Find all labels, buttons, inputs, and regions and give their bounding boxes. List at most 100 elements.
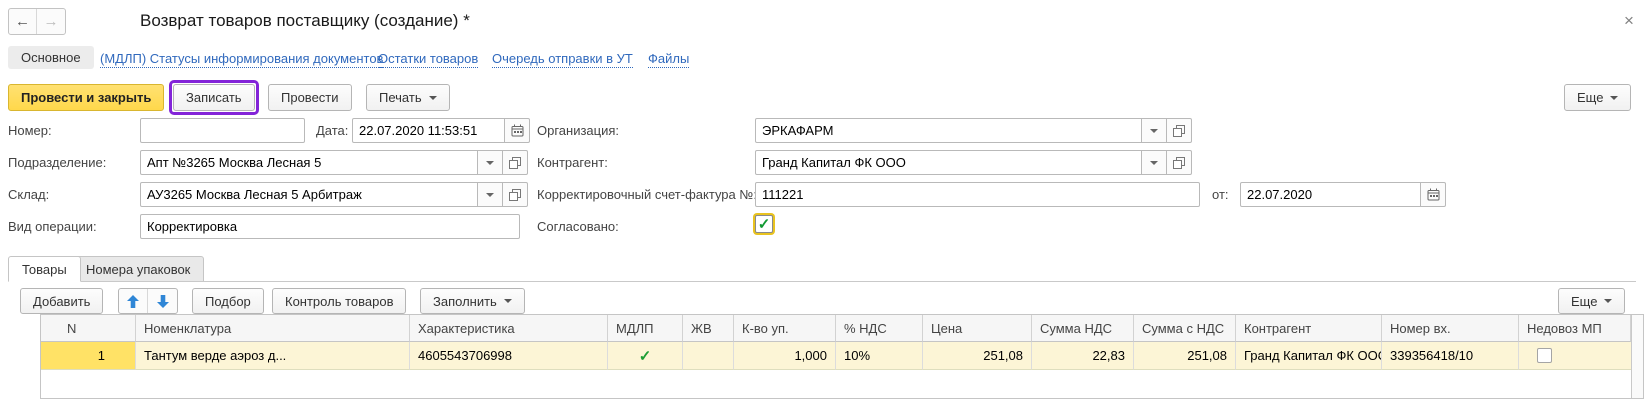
open-item-icon[interactable] bbox=[502, 182, 528, 207]
approved-checkbox[interactable]: ✓ bbox=[755, 215, 773, 233]
tab-divider bbox=[8, 281, 1636, 282]
close-icon[interactable]: × bbox=[1624, 12, 1634, 29]
fill-button[interactable]: Заполнить bbox=[420, 288, 525, 314]
forward-arrow-icon: → bbox=[44, 13, 59, 30]
link-ut-queue[interactable]: Очередь отправки в УТ bbox=[492, 51, 633, 68]
cell-n[interactable]: 1 bbox=[41, 342, 136, 370]
organization-input[interactable] bbox=[755, 118, 1142, 143]
post-button[interactable]: Провести bbox=[268, 84, 352, 111]
goods-table: N Номенклатура Характеристика МДЛП ЖВ К-… bbox=[40, 314, 1644, 399]
tab-package-numbers[interactable]: Номера упаковок bbox=[72, 256, 204, 282]
link-goods-balance[interactable]: Остатки товаров bbox=[378, 51, 478, 68]
check-icon: ✓ bbox=[758, 215, 771, 233]
back-button[interactable]: ← bbox=[9, 9, 37, 34]
column-header-zhv[interactable]: ЖВ bbox=[683, 315, 734, 342]
cell-incoming-number[interactable]: 339356418/10 bbox=[1382, 342, 1519, 370]
cell-qty[interactable]: 1,000 bbox=[734, 342, 836, 370]
column-header-mdlp[interactable]: МДЛП bbox=[608, 315, 683, 342]
cell-vat-percent[interactable]: 10% bbox=[836, 342, 923, 370]
calendar-icon[interactable] bbox=[504, 118, 530, 143]
cell-shortfall[interactable] bbox=[1519, 342, 1631, 370]
open-item-icon[interactable] bbox=[1166, 118, 1192, 143]
chevron-down-icon bbox=[1604, 299, 1612, 307]
invoice-date-field-group bbox=[1240, 182, 1446, 207]
correction-invoice-label: Корректировочный счет-фактура №: bbox=[537, 185, 757, 205]
warehouse-input[interactable] bbox=[140, 182, 478, 207]
date-input[interactable] bbox=[352, 118, 505, 143]
tab-main[interactable]: Основное bbox=[8, 46, 94, 69]
warehouse-field-group bbox=[140, 182, 528, 207]
add-row-button[interactable]: Добавить bbox=[20, 288, 103, 314]
column-header-price[interactable]: Цена bbox=[923, 315, 1032, 342]
calendar-icon[interactable] bbox=[1420, 182, 1446, 207]
warehouse-label: Склад: bbox=[8, 185, 49, 205]
save-button-highlight: Записать bbox=[169, 80, 259, 115]
column-header-counterparty[interactable]: Контрагент bbox=[1236, 315, 1382, 342]
table-empty-area bbox=[41, 370, 1631, 398]
pick-button[interactable]: Подбор bbox=[192, 288, 264, 314]
cell-price[interactable]: 251,08 bbox=[923, 342, 1032, 370]
move-row-down-button[interactable] bbox=[148, 289, 177, 313]
table-scrollbar[interactable] bbox=[1631, 315, 1643, 398]
approved-label: Согласовано: bbox=[537, 217, 619, 237]
cell-nomenclature[interactable]: Тантум верде аэроз д... bbox=[136, 342, 410, 370]
cell-zhv[interactable] bbox=[683, 342, 734, 370]
table-row[interactable]: 1 Тантум верде аэроз д... 4605543706998 … bbox=[41, 342, 1631, 370]
more-button-top[interactable]: Еще bbox=[1564, 84, 1631, 111]
column-header-nomenclature[interactable]: Номенклатура bbox=[136, 315, 410, 342]
forward-button[interactable]: → bbox=[37, 9, 65, 34]
open-item-icon[interactable] bbox=[1166, 150, 1192, 175]
cell-characteristic[interactable]: 4605543706998 bbox=[410, 342, 608, 370]
move-row-up-button[interactable] bbox=[119, 289, 148, 313]
dropdown-button[interactable] bbox=[477, 182, 503, 207]
invoice-date-label: от: bbox=[1212, 185, 1229, 205]
save-button[interactable]: Записать bbox=[173, 84, 255, 111]
arrow-up-icon bbox=[127, 295, 139, 308]
dropdown-button[interactable] bbox=[1141, 150, 1167, 175]
column-header-vat-sum[interactable]: Сумма НДС bbox=[1032, 315, 1134, 342]
tab-goods[interactable]: Товары bbox=[8, 256, 81, 282]
post-and-close-button[interactable]: Провести и закрыть bbox=[8, 84, 164, 111]
document-window: ← → Возврат товаров поставщику (создание… bbox=[0, 0, 1644, 414]
dropdown-button[interactable] bbox=[1141, 118, 1167, 143]
link-files[interactable]: Файлы bbox=[648, 51, 689, 68]
chevron-down-icon bbox=[486, 193, 494, 201]
number-input[interactable] bbox=[140, 118, 305, 143]
goods-control-button[interactable]: Контроль товаров bbox=[272, 288, 406, 314]
move-row-group bbox=[118, 288, 178, 314]
department-input[interactable] bbox=[140, 150, 478, 175]
counterparty-input[interactable] bbox=[755, 150, 1142, 175]
dropdown-button[interactable] bbox=[477, 150, 503, 175]
column-header-incoming-number[interactable]: Номер вх. bbox=[1382, 315, 1519, 342]
invoice-date-input[interactable] bbox=[1240, 182, 1421, 207]
column-header-total-with-vat[interactable]: Сумма с НДС bbox=[1134, 315, 1236, 342]
goods-table-grid: N Номенклатура Характеристика МДЛП ЖВ К-… bbox=[41, 315, 1631, 398]
cell-mdlp[interactable]: ✓ bbox=[608, 342, 683, 370]
column-header-shortfall[interactable]: Недовоз МП bbox=[1519, 315, 1631, 342]
column-header-characteristic[interactable]: Характеристика bbox=[410, 315, 608, 342]
check-icon: ✓ bbox=[639, 347, 652, 365]
cell-vat-sum[interactable]: 22,83 bbox=[1032, 342, 1134, 370]
table-header-row: N Номенклатура Характеристика МДЛП ЖВ К-… bbox=[41, 315, 1631, 342]
chevron-down-icon bbox=[1150, 161, 1158, 169]
print-button[interactable]: Печать bbox=[366, 84, 450, 111]
chevron-down-icon bbox=[1150, 129, 1158, 137]
column-header-vat-percent[interactable]: % НДС bbox=[836, 315, 923, 342]
link-mdlp-statuses[interactable]: (МДЛП) Статусы информирования документов bbox=[100, 51, 383, 68]
organization-label: Организация: bbox=[537, 121, 619, 141]
cell-counterparty[interactable]: Гранд Капитал ФК ООО bbox=[1236, 342, 1382, 370]
more-button-table[interactable]: Еще bbox=[1558, 288, 1625, 314]
department-field-group bbox=[140, 150, 528, 175]
column-header-qty[interactable]: К-во уп. bbox=[734, 315, 836, 342]
cell-total-with-vat[interactable]: 251,08 bbox=[1134, 342, 1236, 370]
correction-invoice-input[interactable] bbox=[755, 182, 1200, 207]
column-header-n[interactable]: N bbox=[41, 315, 136, 342]
operation-kind-input[interactable] bbox=[140, 214, 520, 239]
page-title: Возврат товаров поставщику (создание) * bbox=[140, 11, 470, 31]
more-button-label: Еще bbox=[1577, 90, 1603, 105]
open-item-icon[interactable] bbox=[502, 150, 528, 175]
fill-button-label: Заполнить bbox=[433, 294, 497, 309]
date-label: Дата: bbox=[316, 121, 348, 141]
shortfall-checkbox[interactable] bbox=[1537, 348, 1552, 363]
date-field-group bbox=[352, 118, 530, 143]
